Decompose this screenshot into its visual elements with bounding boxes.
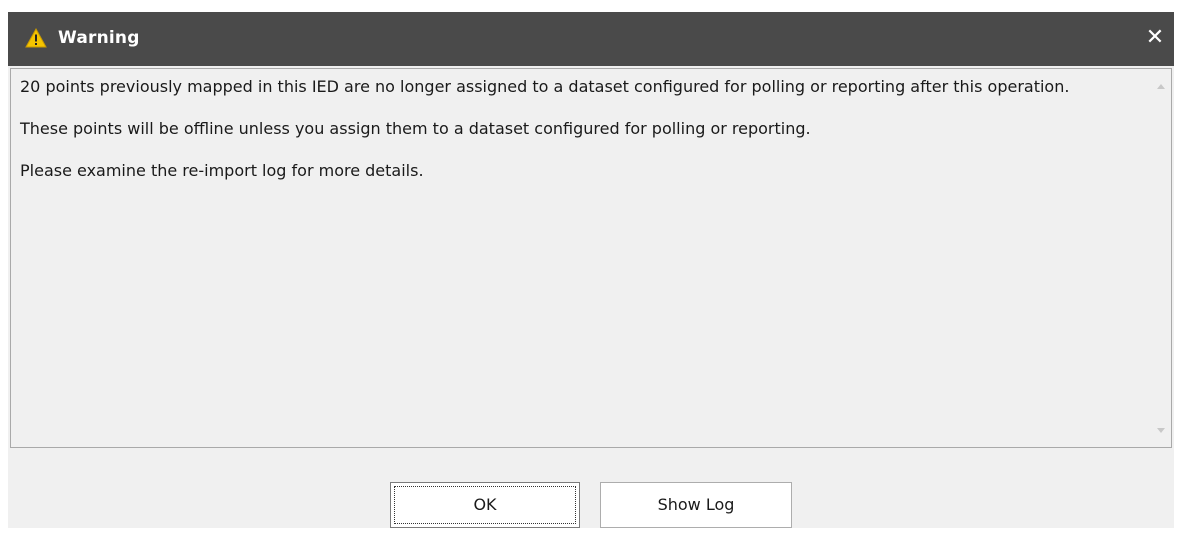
show-log-button[interactable]: Show Log — [600, 482, 792, 528]
ok-button[interactable]: OK — [390, 482, 580, 528]
message-text-area[interactable]: 20 points previously mapped in this IED … — [10, 68, 1172, 448]
title-bar[interactable]: Warning ✕ — [8, 12, 1174, 66]
message-paragraph: These points will be offline unless you … — [20, 119, 811, 138]
message-content: 20 points previously mapped in this IED … — [20, 75, 1140, 201]
close-button[interactable]: ✕ — [1142, 25, 1168, 51]
message-paragraph: 20 points previously mapped in this IED … — [20, 77, 1070, 96]
close-icon: ✕ — [1145, 25, 1165, 50]
ok-button-label: OK — [473, 495, 497, 514]
vertical-scrollbar[interactable] — [1153, 69, 1171, 447]
dialog-title: Warning — [58, 28, 140, 48]
scroll-up-arrow-icon[interactable] — [1157, 84, 1165, 89]
message-paragraph: Please examine the re-import log for mor… — [20, 161, 424, 180]
warning-icon — [25, 28, 47, 48]
show-log-button-label: Show Log — [657, 495, 735, 514]
warning-dialog: Warning ✕ 20 points previously mapped in… — [8, 12, 1174, 528]
scroll-down-arrow-icon[interactable] — [1157, 428, 1165, 433]
